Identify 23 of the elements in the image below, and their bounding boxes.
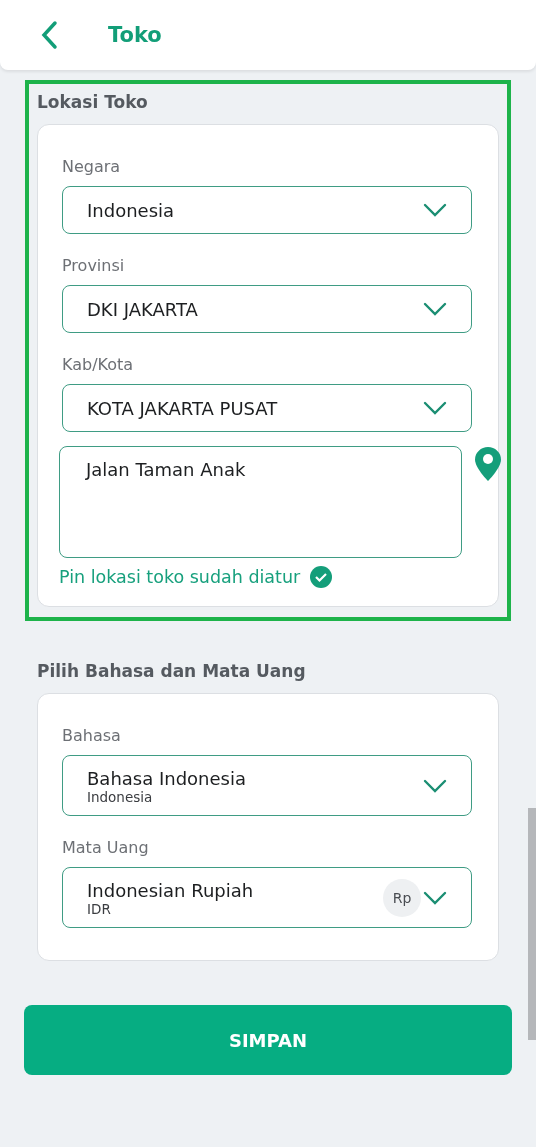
section-title: Lokasi Toko (37, 92, 149, 112)
pin-status-text: Pin lokasi toko sudah diatur (59, 567, 301, 587)
field-label: Negara (62, 157, 122, 176)
dropdown-field[interactable]: Bahasa Indonesia Indonesia (62, 755, 472, 816)
chevron-down-icon (423, 778, 447, 793)
chevron-down-icon (423, 203, 447, 217)
field-label: Bahasa (62, 726, 122, 745)
section-title: Pilih Bahasa dan Mata Uang (37, 661, 307, 681)
dropdown-field[interactable]: DKI JAKARTA (62, 285, 472, 333)
back-button[interactable] (40, 20, 58, 50)
field-label: Kab/Kota (62, 355, 135, 374)
map-pin-icon[interactable] (474, 446, 502, 482)
chevron-down-icon (423, 401, 447, 415)
dropdown-field[interactable]: Indonesian Rupiah IDR Rp (62, 867, 472, 928)
dropdown-field[interactable]: Indonesia (62, 186, 472, 234)
address-field[interactable]: Jalan Taman Anak (59, 446, 462, 558)
currency-badge: Rp (383, 878, 421, 917)
page-title: Toko (108, 23, 162, 47)
field-label: Mata Uang (62, 838, 150, 857)
dropdown-field[interactable]: KOTA JAKARTA PUSAT (62, 384, 472, 432)
chevron-down-icon (423, 302, 447, 316)
chevron-down-icon (423, 890, 447, 905)
field-label: Provinsi (62, 256, 126, 275)
